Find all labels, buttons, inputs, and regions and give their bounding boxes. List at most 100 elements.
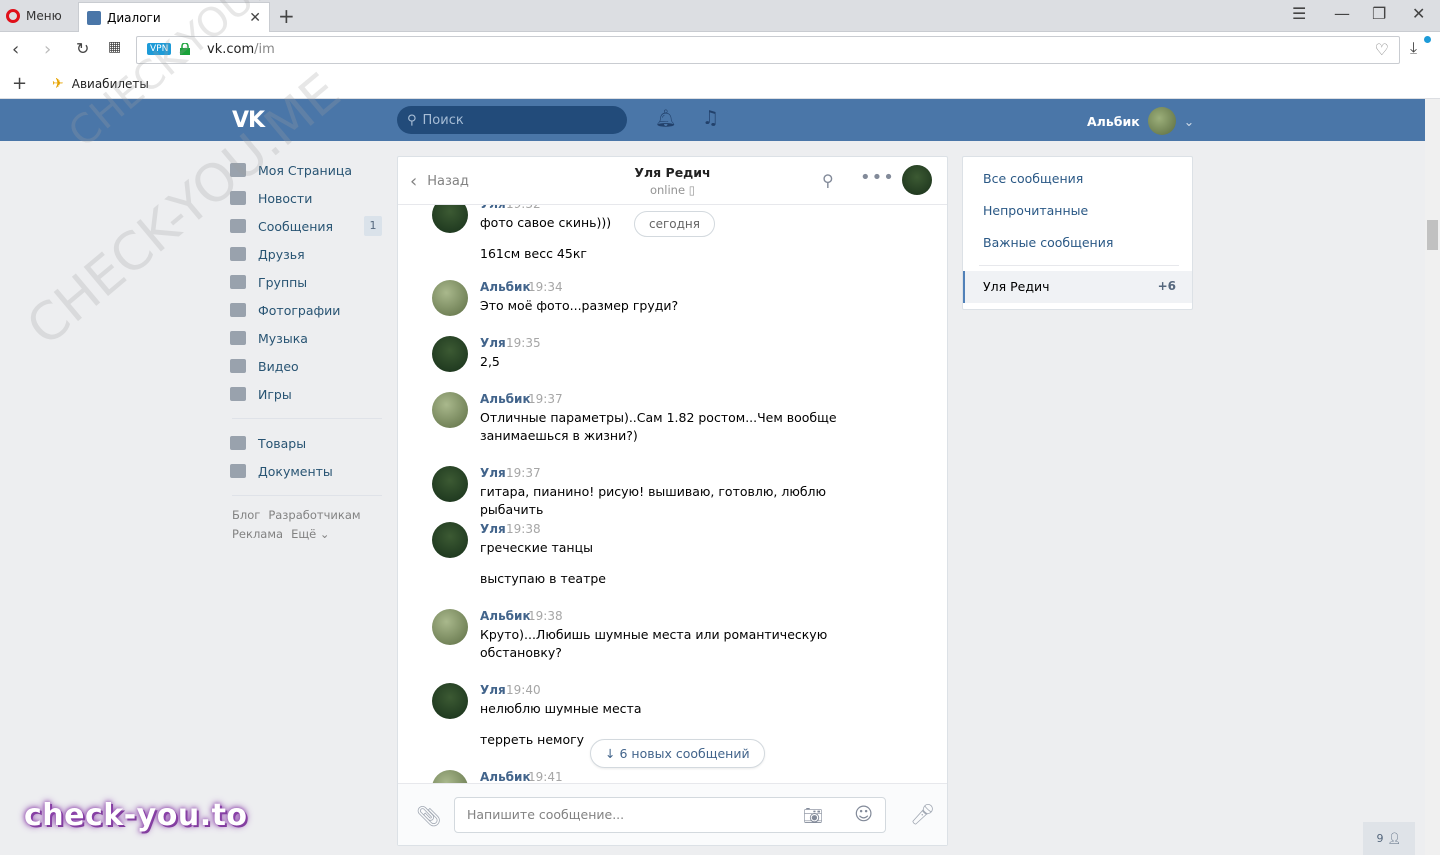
message-history[interactable]: Уля19:32фото савое скинь)))161см весс 45… — [398, 205, 947, 783]
message-time: 19:37 — [506, 466, 541, 480]
message-input[interactable]: Напишите сообщение... 📷︎ ☺ — [454, 797, 886, 833]
home-icon — [230, 163, 246, 177]
sidebar-item-news[interactable]: Новости — [230, 184, 382, 212]
music-player-icon[interactable]: ♫ — [702, 107, 719, 129]
dialog-filters-panel: Все сообщения Непрочитанные Важные сообщ… — [962, 156, 1193, 310]
message-author[interactable]: Уля — [480, 683, 506, 697]
add-bookmark-icon[interactable]: + — [12, 73, 27, 94]
opera-menu-button[interactable]: Меню — [6, 6, 62, 26]
close-window-icon[interactable]: ✕ — [1412, 4, 1425, 23]
page-scrollbar[interactable] — [1425, 99, 1440, 855]
chat-header: ‹ Назад Уля Редич online ▯ ⚲ ••• — [398, 157, 947, 205]
new-messages-button[interactable]: ↓ 6 новых сообщений — [590, 739, 765, 768]
nav-divider — [232, 495, 382, 496]
camera-icon — [230, 303, 246, 317]
sidebar-item-messages[interactable]: Сообщения 1 — [230, 212, 382, 240]
sidebar-item-friends[interactable]: Друзья — [230, 240, 382, 268]
message-text: Отличные параметры)..Сам 1.82 ростом...Ч… — [480, 410, 837, 443]
camera-icon[interactable]: 📷︎ — [803, 806, 823, 825]
message-time: 19:40 — [506, 683, 541, 697]
back-icon[interactable]: ‹ — [12, 39, 19, 60]
date-chip: сегодня — [634, 211, 715, 237]
online-people-counter[interactable]: 9 👤︎ — [1363, 822, 1415, 855]
compose-area: 📎︎ Напишите сообщение... 📷︎ ☺ 🎤︎ — [398, 783, 947, 845]
sidebar-item-label: Новости — [258, 190, 313, 206]
message-author[interactable]: Альбик — [480, 770, 531, 783]
search-input[interactable]: ⚲ Поиск — [397, 106, 627, 134]
sidebar-item-label: Друзья — [258, 246, 305, 262]
minimize-icon[interactable]: — — [1334, 4, 1350, 23]
sidebar-item-camera[interactable]: Фотографии — [230, 296, 382, 324]
message-author[interactable]: Уля — [480, 522, 506, 536]
tab-close-icon[interactable]: ✕ — [249, 10, 261, 26]
vpn-badge[interactable]: VPN — [147, 43, 172, 55]
chevron-down-icon: ⌄ — [1183, 113, 1195, 129]
filter-all-messages[interactable]: Все сообщения — [983, 171, 1083, 186]
avatar[interactable] — [432, 336, 468, 372]
message-author[interactable]: Уля — [480, 336, 506, 350]
filter-important[interactable]: Важные сообщения — [983, 235, 1113, 250]
user-menu[interactable]: Альбик ⌄ — [1087, 107, 1194, 135]
emoji-icon[interactable]: ☺ — [854, 804, 873, 825]
tab-menu-icon[interactable]: ☰ — [1292, 4, 1306, 23]
bookmarks-bar: + ✈ Авиабилеты — [0, 68, 1440, 99]
mobile-icon: ▯ — [688, 183, 696, 197]
sidebar-item-bag[interactable]: Товары — [230, 429, 382, 457]
footer-link[interactable]: Разработчикам — [268, 508, 360, 522]
avatar[interactable] — [432, 466, 468, 502]
forward-icon[interactable]: › — [44, 39, 51, 60]
notifications-bell-icon[interactable]: 🔔︎ — [655, 109, 677, 129]
reload-icon[interactable]: ↻ — [76, 39, 89, 58]
microphone-icon[interactable]: 🎤︎ — [910, 802, 935, 826]
sidebar-item-groups[interactable]: Группы — [230, 268, 382, 296]
vk-logo[interactable]: VK — [232, 108, 265, 133]
sidebar-item-video[interactable]: Видео — [230, 352, 382, 380]
new-tab-icon[interactable]: + — [278, 4, 295, 28]
vk-favicon-icon — [87, 10, 101, 25]
avatar[interactable] — [432, 683, 468, 719]
message-author[interactable]: Уля — [480, 466, 506, 480]
download-icon[interactable]: ⤓ — [1410, 38, 1417, 58]
bookmark-label: Авиабилеты — [71, 77, 149, 91]
messages-icon — [230, 219, 246, 233]
footer-link[interactable]: Ещё ⌄ — [291, 527, 329, 541]
filter-unread[interactable]: Непрочитанные — [983, 203, 1088, 218]
bookmark-item[interactable]: ✈ Авиабилеты — [52, 76, 149, 92]
avatar[interactable] — [432, 522, 468, 558]
url-field[interactable]: VPN vk.com/im ♡ — [136, 36, 1400, 64]
friends-icon — [230, 247, 246, 261]
message-author[interactable]: Альбик — [480, 609, 531, 623]
sidebar-item-games[interactable]: Игры — [230, 380, 382, 408]
message-author[interactable]: Уля — [480, 205, 506, 211]
panel-divider — [979, 265, 1179, 266]
chat-panel: ‹ Назад Уля Редич online ▯ ⚲ ••• Уля19:3… — [397, 156, 948, 846]
sidebar-item-label: Фотографии — [258, 302, 341, 318]
sidebar-item-home[interactable]: Моя Страница — [230, 156, 382, 184]
plane-icon: ✈ — [52, 76, 64, 92]
search-icon: ⚲ — [407, 112, 417, 128]
attach-icon[interactable]: 📎︎ — [416, 804, 441, 828]
browser-tab-dialogs[interactable]: Диалоги ✕ — [78, 2, 270, 32]
footer-link[interactable]: Блог — [232, 508, 260, 522]
avatar[interactable] — [432, 609, 468, 645]
sidebar-item-music[interactable]: Музыка — [230, 324, 382, 352]
chat-search-icon[interactable]: ⚲ — [822, 171, 834, 190]
peer-avatar[interactable] — [902, 165, 932, 195]
footer-link[interactable]: Реклама — [232, 527, 283, 541]
active-dialog-item[interactable]: Уля Редич +6 — [963, 271, 1192, 303]
avatar[interactable] — [432, 392, 468, 428]
bookmark-heart-icon[interactable]: ♡ — [1375, 40, 1389, 59]
avatar[interactable] — [432, 280, 468, 316]
message-text: 2,5 — [480, 354, 500, 369]
sidebar-item-document[interactable]: Документы — [230, 457, 382, 485]
more-actions-icon[interactable]: ••• — [860, 167, 895, 188]
avatar[interactable] — [432, 770, 468, 783]
restore-icon[interactable]: ❐ — [1372, 4, 1386, 23]
footer-links: Блог Разработчикам Реклама Ещё ⌄ — [230, 506, 382, 544]
message-author[interactable]: Альбик — [480, 280, 531, 294]
avatar[interactable] — [432, 205, 468, 233]
page-scrollbar-thumb[interactable] — [1427, 220, 1438, 250]
speed-dial-icon[interactable]: ▦ — [108, 39, 121, 55]
person-icon: 👤︎ — [1387, 832, 1402, 845]
message-author[interactable]: Альбик — [480, 392, 531, 406]
